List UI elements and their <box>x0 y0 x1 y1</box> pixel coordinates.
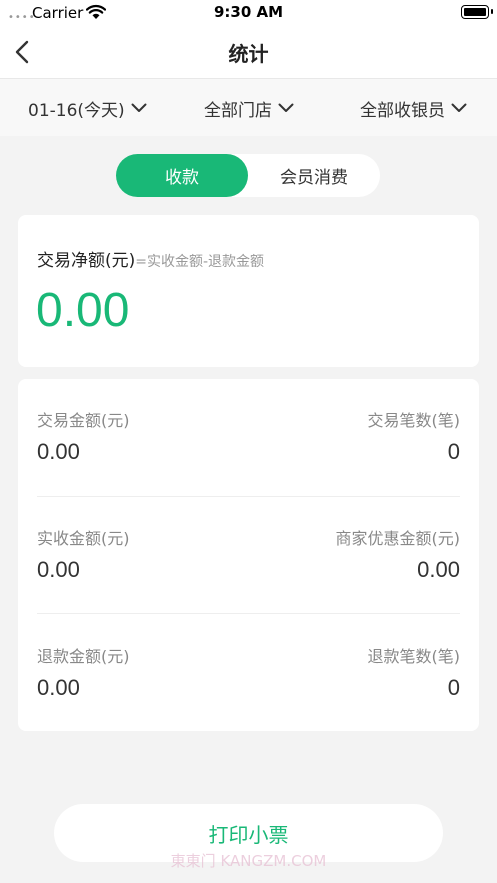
stat-value: 0.00 <box>37 675 80 700</box>
cashier-filter[interactable]: 全部收银员 <box>360 95 467 121</box>
date-filter-label: 01-16(今天) <box>28 100 125 121</box>
stat-refund-count: 退款笔数(笔) 0 <box>368 643 461 701</box>
stat-trade-amount: 交易金额(元) 0.00 <box>37 407 130 465</box>
stat-trade-count: 交易笔数(笔) 0 <box>368 407 461 465</box>
net-amount-label: 交易净额(元) <box>37 251 136 271</box>
stat-label: 退款笔数(笔) <box>367 647 461 666</box>
tab-member-consumption[interactable]: 会员消费 <box>248 154 380 197</box>
stat-received-amount: 实收金额(元) 0.00 <box>37 525 130 583</box>
stat-value: 0.00 <box>417 557 460 582</box>
stats-row-refund: 退款金额(元) 0.00 退款笔数(笔) 0 <box>37 643 460 739</box>
stats-card: 交易金额(元) 0.00 交易笔数(笔) 0 实收金额(元) 0.00 商家优惠… <box>18 379 479 731</box>
clock: 9:30 AM <box>213 3 284 21</box>
chevron-down-icon <box>278 103 294 112</box>
net-amount-value: 0.00 <box>36 284 130 337</box>
net-amount-formula: =实收金额-退款金额 <box>135 254 265 270</box>
net-amount-card: 交易净额(元)=实收金额-退款金额 0.00 <box>18 215 479 367</box>
stat-label: 实收金额(元) <box>37 529 130 548</box>
divider <box>37 613 460 614</box>
cashier-filter-label: 全部收银员 <box>360 100 445 121</box>
segmented-control: 收款 会员消费 <box>116 154 380 197</box>
chevron-down-icon <box>451 103 467 112</box>
filter-bar: 01-16(今天) 全部门店 全部收银员 <box>0 78 497 136</box>
store-filter[interactable]: 全部门店 <box>204 95 294 121</box>
status-bar: •••• Carrier 9:30 AM <box>0 0 497 26</box>
divider <box>37 496 460 497</box>
stat-label: 退款金额(元) <box>37 647 130 666</box>
watermark: 東東门 KANGZM.COM <box>170 852 327 870</box>
net-amount-label-row: 交易净额(元)=实收金额-退款金额 <box>37 246 264 271</box>
stat-label: 交易金额(元) <box>37 411 130 430</box>
page-title: 统计 <box>228 42 269 66</box>
stat-value: 0.00 <box>37 557 80 582</box>
stat-value: 0.00 <box>37 439 80 464</box>
stats-row-received: 实收金额(元) 0.00 商家优惠金额(元) 0.00 <box>37 525 460 621</box>
chevron-down-icon <box>131 103 147 112</box>
date-filter[interactable]: 01-16(今天) <box>28 95 147 121</box>
stats-row-trade: 交易金额(元) 0.00 交易笔数(笔) 0 <box>37 407 460 503</box>
tab-payments[interactable]: 收款 <box>116 154 248 197</box>
battery-icon <box>461 5 493 19</box>
stat-refund-amount: 退款金额(元) 0.00 <box>37 643 130 701</box>
navigation-bar: 统计 <box>0 26 497 78</box>
stat-label: 交易笔数(笔) <box>367 411 461 430</box>
stat-value: 0 <box>447 675 460 700</box>
stat-value: 0 <box>447 439 460 464</box>
store-filter-label: 全部门店 <box>204 100 272 121</box>
stat-merchant-discount: 商家优惠金额(元) 0.00 <box>336 525 461 583</box>
stat-label: 商家优惠金额(元) <box>335 529 461 548</box>
